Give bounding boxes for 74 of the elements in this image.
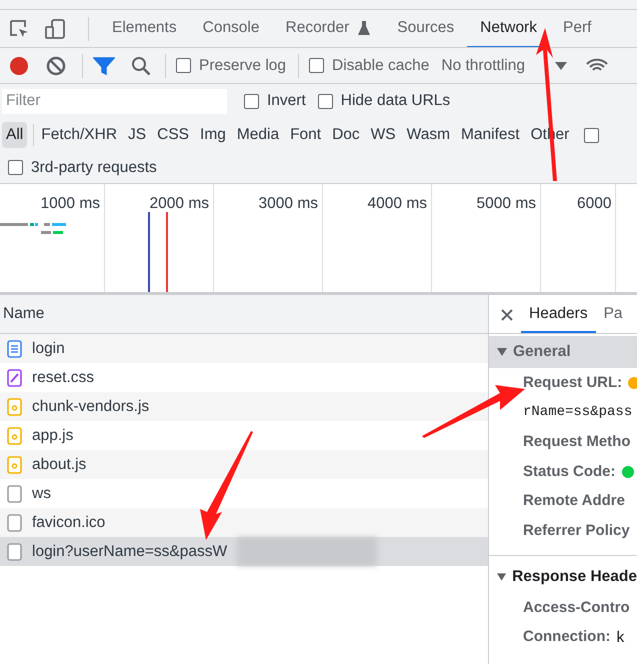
- type-filter[interactable]: JS: [124, 122, 150, 148]
- inspect-icon[interactable]: [8, 18, 30, 40]
- header-name: Remote Addre: [523, 491, 625, 512]
- script-icon: [7, 456, 22, 474]
- request-row[interactable]: login: [0, 334, 488, 363]
- header-name: Referrer Policy: [523, 521, 630, 542]
- header-value: rName=ss&pass: [523, 403, 632, 422]
- header-name: Connection:: [523, 627, 610, 648]
- hide-data-urls-checkbox[interactable]: [318, 94, 333, 108]
- triangle-down-icon[interactable]: [497, 572, 506, 582]
- type-filter[interactable]: Manifest: [456, 122, 524, 148]
- file-icon: [7, 542, 22, 560]
- type-filter[interactable]: Wasm: [402, 122, 454, 148]
- type-filter[interactable]: All: [2, 122, 28, 148]
- request-row[interactable]: about.js: [0, 450, 488, 479]
- header-name: Request URL:: [523, 372, 622, 393]
- panel-tab[interactable]: Console: [190, 10, 272, 47]
- stylesheet-icon: [7, 368, 22, 386]
- section-header[interactable]: Response Heade: [489, 555, 637, 594]
- invert-checkbox[interactable]: [244, 94, 259, 108]
- filter-icon[interactable]: [93, 56, 115, 76]
- details-tab[interactable]: Pa: [596, 296, 631, 333]
- checkbox[interactable]: [584, 128, 600, 142]
- header-value: k: [616, 628, 624, 648]
- triangle-down-icon[interactable]: [497, 347, 507, 357]
- details-tab[interactable]: Headers: [521, 296, 596, 333]
- timeline-tick: 1000 ms: [40, 194, 101, 214]
- script-icon: [7, 398, 22, 416]
- type-filter[interactable]: Doc: [328, 122, 364, 148]
- preserve-log-checkbox[interactable]: [176, 58, 191, 73]
- header-name: Access-Contro: [523, 598, 630, 618]
- file-icon: [7, 514, 22, 532]
- panel-tab[interactable]: Perf: [550, 10, 604, 47]
- header-name: Request Metho: [523, 432, 631, 452]
- clear-icon[interactable]: [46, 56, 66, 76]
- hide-data-urls-label: Hide data URLs: [340, 91, 450, 112]
- type-filter[interactable]: Font: [286, 122, 326, 148]
- panel-tab[interactable]: Elements: [99, 10, 190, 47]
- header-name: Status Code:: [523, 462, 616, 482]
- timeline-overview[interactable]: 1000 ms 2000 ms 3000 ms 4000 ms 5000 ms 6000: [0, 184, 637, 295]
- third-party-label: 3rd-party requests: [31, 158, 157, 178]
- timeline-tick: 4000 ms: [368, 194, 428, 214]
- flask-icon[interactable]: [357, 20, 372, 36]
- document-icon: [7, 340, 22, 358]
- script-icon: [7, 426, 22, 444]
- record-icon[interactable]: [8, 54, 30, 76]
- timeline-tick: 5000 ms: [476, 194, 537, 214]
- timeline-tick: 2000 ms: [150, 194, 210, 214]
- name-column-header[interactable]: Name: [0, 295, 488, 334]
- request-row[interactable]: login?userName=ss&passW: [0, 537, 488, 566]
- timeline-tick: 3000 ms: [258, 194, 319, 214]
- request-row[interactable]: chunk-vendors.js: [0, 392, 488, 421]
- type-filter[interactable]: CSS: [153, 122, 194, 148]
- file-icon: [7, 484, 22, 502]
- type-filter[interactable]: Img: [196, 122, 230, 148]
- search-icon[interactable]: [131, 56, 151, 76]
- disable-cache-label: Disable cache: [332, 56, 430, 76]
- close-icon[interactable]: [501, 309, 513, 321]
- device-toolbar-icon[interactable]: [44, 18, 66, 40]
- type-filter[interactable]: WS: [366, 122, 400, 148]
- request-row[interactable]: favicon.ico: [0, 508, 488, 537]
- section-header[interactable]: General: [489, 336, 637, 368]
- disable-cache-checkbox[interactable]: [309, 58, 324, 73]
- timeline-tick: 6000: [577, 194, 612, 214]
- panel-tab[interactable]: Sources: [384, 10, 468, 47]
- type-filter[interactable]: Media: [232, 122, 284, 148]
- throttling-dropdown[interactable]: No throttling: [441, 54, 567, 78]
- filter-input[interactable]: Filter: [2, 88, 227, 114]
- third-party-checkbox[interactable]: [8, 160, 23, 175]
- type-filter[interactable]: Fetch/XHR: [37, 122, 122, 148]
- caret-icon[interactable]: [554, 62, 567, 70]
- panel-tab[interactable]: Recorder: [272, 10, 384, 47]
- preserve-log-label: Preserve log: [199, 56, 286, 76]
- invert-label: Invert: [267, 91, 306, 112]
